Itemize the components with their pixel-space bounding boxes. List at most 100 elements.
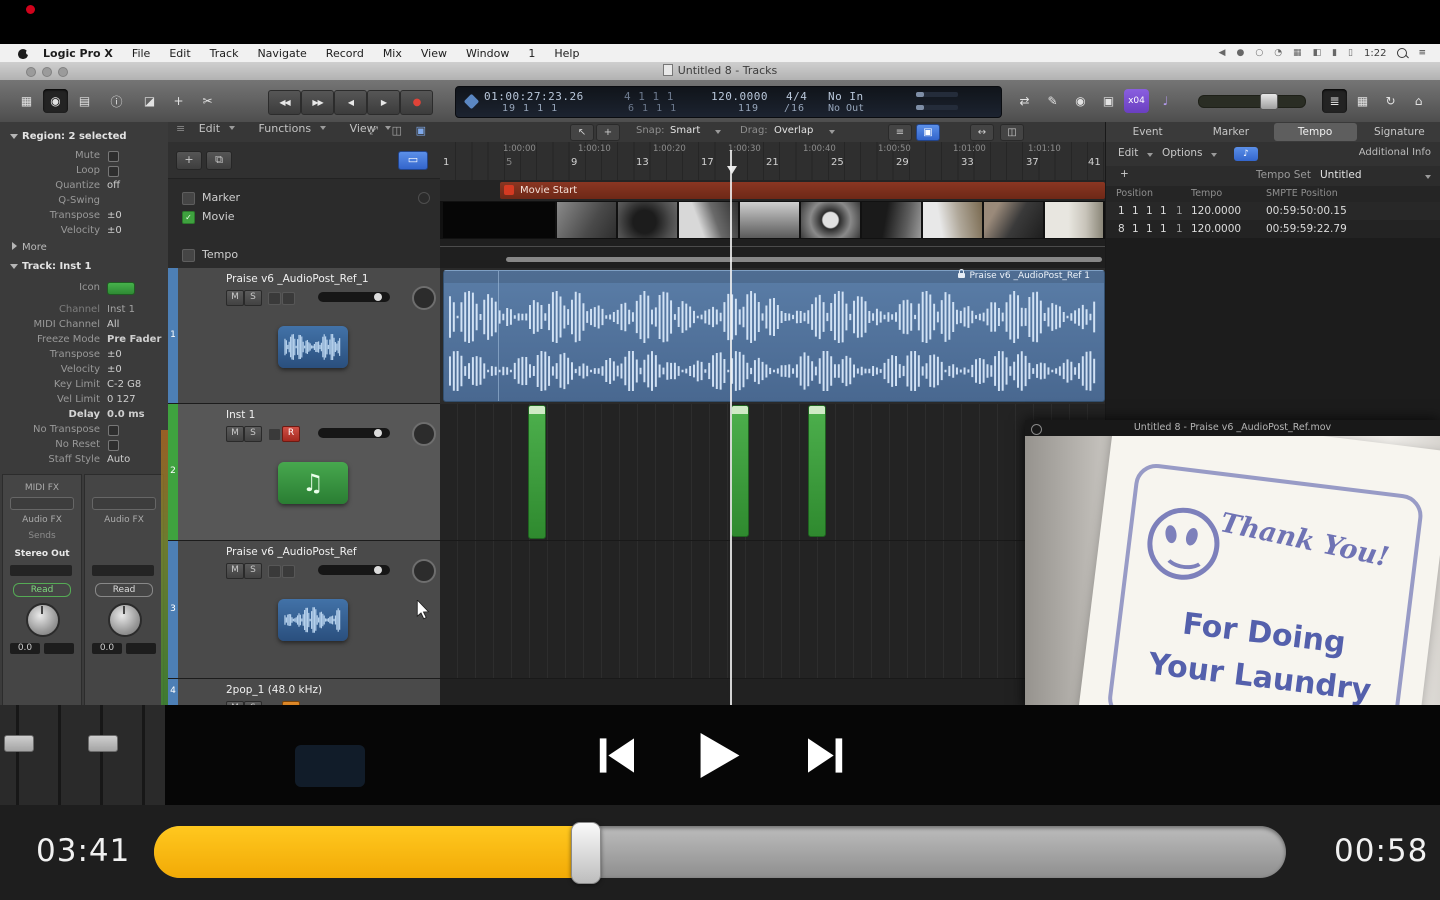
auto-zoom-icon[interactable]: ⤢ — [369, 124, 378, 138]
v-zoom-slider[interactable]: ◫ — [1000, 124, 1024, 141]
midi-region[interactable] — [528, 405, 546, 539]
forward-button[interactable]: ▶▶ — [301, 90, 334, 115]
status-icon-5[interactable]: ◧ — [1313, 48, 1322, 58]
region-row-loop[interactable]: Loop — [0, 163, 168, 178]
list-editors-button[interactable]: ≣ — [1322, 89, 1347, 113]
waveform-zoom-icon[interactable]: ▣ — [416, 124, 426, 137]
clock-label[interactable]: 1:22 — [1364, 48, 1386, 59]
autopunch-button[interactable]: ▣ — [1096, 89, 1121, 113]
midi-region[interactable] — [731, 405, 749, 537]
loop-checkbox[interactable] — [108, 166, 119, 177]
tempo-track-lane[interactable] — [440, 239, 1105, 269]
tempo-icon[interactable] — [182, 249, 195, 262]
drag-value[interactable]: Overlap — [774, 125, 813, 136]
next-button[interactable] — [808, 738, 846, 773]
track-row-notranspose[interactable]: No Transpose — [0, 422, 168, 437]
tempo-display-icon[interactable]: ♪ — [1234, 147, 1258, 161]
master-volume-slider[interactable] — [1198, 95, 1306, 108]
mute-checkbox[interactable] — [108, 151, 119, 162]
menu-item-view[interactable]: View — [421, 47, 447, 60]
grid-view-button[interactable]: ▣ — [916, 124, 940, 141]
track-row-icon[interactable]: Icon — [0, 280, 168, 295]
replace-button[interactable]: ◉ — [1068, 89, 1093, 113]
loop-browser-button[interactable]: ↻ — [1378, 89, 1403, 113]
seek-bar[interactable] — [154, 826, 1286, 878]
audio-fx-label[interactable]: Audio FX — [85, 515, 163, 525]
toolbox-button[interactable]: ▤ — [72, 89, 97, 113]
menu-item-navigate[interactable]: Navigate — [257, 47, 306, 60]
track-name[interactable]: Praise v6 _AudioPost_Ref — [226, 546, 357, 558]
marker-mute-icon[interactable] — [182, 192, 195, 205]
media-browser-button[interactable]: ⌂ — [1406, 89, 1431, 113]
track-volume-slider[interactable] — [318, 292, 390, 302]
menu-item-window[interactable]: Window — [466, 47, 509, 60]
status-icon-7[interactable]: ▯ — [1348, 48, 1353, 58]
catch-icon[interactable]: ◫ — [392, 124, 402, 137]
play-button[interactable]: ▶ — [367, 90, 400, 115]
track-row-velocity[interactable]: Velocity±0 — [0, 362, 168, 377]
play-button[interactable] — [700, 733, 740, 778]
global-track-tempo[interactable]: Tempo — [168, 245, 440, 264]
rewind-button[interactable]: ◀◀ — [268, 90, 301, 115]
no-transpose-checkbox[interactable] — [108, 425, 119, 436]
inspector-button[interactable]: ◉ — [43, 89, 68, 113]
track-volume-slider[interactable] — [318, 428, 390, 438]
status-icon-3[interactable]: ◔ — [1274, 48, 1282, 58]
secondary-tool-button[interactable]: + — [596, 124, 620, 141]
h-zoom-slider[interactable]: ↔ — [970, 124, 994, 141]
audio-region[interactable]: Praise v6 _AudioPost_Ref 1 — [443, 270, 1105, 402]
tempo-row[interactable]: 8 1 1 1 1 120.0000 00:59:59:22.79 — [1106, 220, 1440, 238]
snap-value[interactable]: Smart — [670, 125, 700, 136]
track-row-transpose[interactable]: Transpose±0 — [0, 347, 168, 362]
edit-menu[interactable]: Edit — [1118, 147, 1138, 159]
track-row-vellimit[interactable]: Vel Limit0 127 — [0, 392, 168, 407]
track-lane-3[interactable] — [440, 541, 1105, 679]
pan-knob[interactable] — [26, 603, 60, 637]
track-row-midichannel[interactable]: MIDI ChannelAll — [0, 317, 168, 332]
pencil-button[interactable]: ✎ — [1040, 89, 1065, 113]
metronome-button[interactable]: ♩ — [1153, 89, 1178, 113]
tab-marker[interactable]: Marker — [1189, 122, 1272, 142]
marker-options-icon[interactable] — [418, 192, 430, 204]
movie-start-marker[interactable]: Movie Start — [500, 182, 1105, 199]
tab-event[interactable]: Event — [1106, 122, 1189, 142]
cycle-button[interactable]: ⇄ — [1012, 89, 1037, 113]
movie-track-lane[interactable] — [440, 201, 1105, 239]
audio-fx-label[interactable]: Audio FX — [3, 515, 81, 525]
track-header-4[interactable]: 4 2pop_1 (48.0 kHz) M S — [168, 679, 440, 706]
track-inspector-header[interactable]: Track: Inst 1 — [0, 258, 168, 277]
track-header-1[interactable]: 1 Praise v6 _AudioPost_Ref_1 M S — [168, 268, 440, 404]
midi-view-button[interactable]: ≡ — [888, 124, 912, 141]
note-pads-button[interactable]: ▦ — [1350, 89, 1375, 113]
track-name[interactable]: 2pop_1 (48.0 kHz) — [226, 684, 322, 696]
duplicate-track-button[interactable]: ⧉ — [206, 151, 232, 170]
automation-mode-button[interactable]: Read — [13, 583, 71, 597]
status-icon-2[interactable]: ○ — [1255, 48, 1263, 58]
tab-signature[interactable]: Signature — [1358, 122, 1440, 142]
input-monitor-button[interactable] — [268, 428, 281, 441]
track-name[interactable]: Praise v6 _AudioPost_Ref_1 — [226, 273, 369, 285]
volume-slider-thumb[interactable] — [1260, 93, 1278, 110]
status-icon-0[interactable]: ◀ — [1219, 48, 1226, 58]
solo-button[interactable]: S — [244, 563, 262, 579]
seek-handle[interactable] — [571, 822, 601, 884]
track-name[interactable]: Inst 1 — [226, 409, 255, 421]
region-more-toggle[interactable]: More — [0, 240, 168, 255]
region-row-velocity[interactable]: Velocity±0 — [0, 223, 168, 238]
region-row-quantize[interactable]: Quantizeoff — [0, 178, 168, 193]
menu-item-edit[interactable]: Edit — [169, 47, 190, 60]
volume-value[interactable]: 0.0 — [10, 643, 40, 654]
sends-label[interactable]: Sends — [3, 531, 81, 541]
freeze-button[interactable] — [282, 565, 295, 578]
timeline-ruler[interactable]: 1:00:00 1:00:10 1:00:20 1:00:30 1:00:40 … — [440, 142, 1105, 181]
add-tempo-button[interactable]: + — [1120, 168, 1129, 180]
edit-menu[interactable]: Edit — [199, 122, 220, 135]
playhead[interactable] — [730, 150, 732, 705]
track-header-2[interactable]: 2 Inst 1 M S R ♫ — [168, 404, 440, 541]
spotlight-icon[interactable] — [1397, 48, 1407, 58]
group-slot[interactable] — [10, 565, 72, 576]
close-icon[interactable] — [1031, 424, 1042, 435]
mute-button[interactable]: M — [226, 426, 244, 442]
track-lane-2[interactable] — [440, 404, 1105, 541]
region-row-qswing[interactable]: Q-Swing — [0, 193, 168, 208]
